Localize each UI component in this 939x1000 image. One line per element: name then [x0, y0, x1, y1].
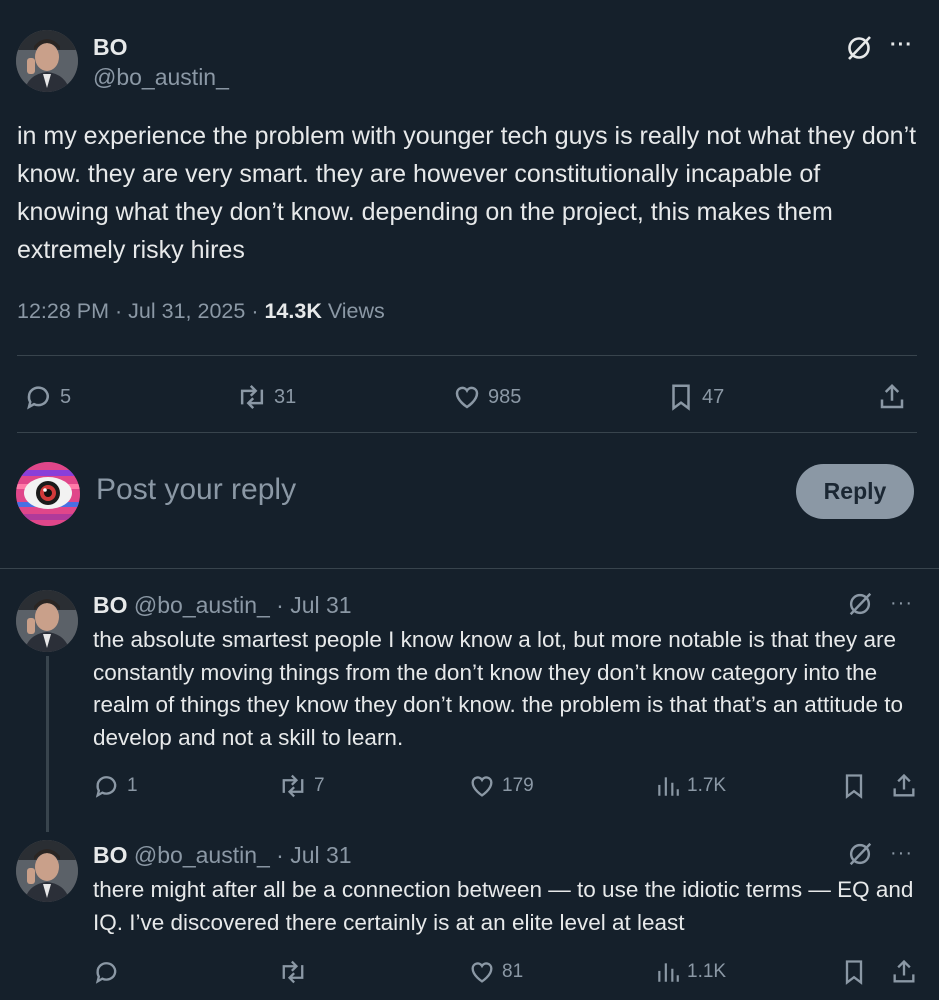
reply-text: there might after all be a connection be… [93, 877, 914, 935]
reply-count: 5 [60, 385, 72, 408]
slash-circle-icon[interactable] [846, 590, 874, 618]
bookmark-icon [672, 384, 690, 411]
current-user-avatar[interactable] [16, 462, 80, 526]
reply-stat[interactable] [93, 958, 127, 986]
share-icon [893, 959, 915, 983]
reply-count: 1 [127, 775, 138, 796]
bookmark-stat[interactable]: 47 [666, 382, 724, 412]
repost-count: 31 [274, 385, 297, 408]
share-button[interactable] [876, 382, 908, 412]
heart-icon [455, 386, 479, 409]
eye-avatar-icon [16, 462, 80, 526]
views-icon [658, 777, 679, 796]
more-icon[interactable]: ··· [890, 34, 913, 57]
views-count: 14.3K [264, 299, 322, 323]
like-count: 179 [502, 775, 534, 796]
bookmark-icon [845, 960, 863, 985]
bookmark-icon [845, 774, 863, 799]
slash-circle-icon[interactable] [844, 33, 874, 63]
repost-stat[interactable]: 31 [236, 382, 296, 412]
bookmark-button[interactable] [840, 772, 868, 800]
reply-icon [95, 776, 117, 798]
heart-icon [471, 776, 493, 797]
meta-separator: · [115, 299, 123, 323]
post-meta: 12:28 PM · Jul 31, 2025 · 14.3K Views [17, 299, 385, 324]
reply-author-name[interactable]: BO [93, 842, 128, 868]
author-avatar[interactable] [16, 30, 78, 92]
more-icon[interactable]: ··· [890, 842, 913, 865]
reply-icon [27, 386, 49, 410]
repost-icon [282, 960, 304, 984]
reply-author-handle[interactable]: @bo_austin_ [134, 592, 270, 618]
views-count: 1.1K [687, 961, 727, 982]
thread-line [46, 656, 49, 832]
share-icon [880, 383, 904, 409]
slash-circle-icon[interactable] [846, 840, 874, 868]
like-stat[interactable]: 985 [452, 382, 521, 412]
share-button[interactable] [890, 772, 918, 800]
share-button[interactable] [890, 958, 918, 986]
views-label: Views [327, 299, 385, 323]
post-date[interactable]: Jul 31, 2025 [128, 299, 245, 323]
like-stat[interactable]: 81 [468, 958, 523, 986]
post-time[interactable]: 12:28 PM [17, 299, 109, 323]
share-icon [893, 773, 915, 797]
post-text: in my experience the problem with younge… [17, 122, 917, 264]
repost-icon [282, 774, 304, 798]
views-stat[interactable]: 1.7K [655, 772, 726, 800]
reply-avatar[interactable] [16, 590, 78, 652]
heart-icon [471, 962, 493, 983]
reply-stat[interactable]: 5 [24, 382, 71, 412]
person-photo-icon [16, 590, 78, 652]
reply-input[interactable]: Post your reply [96, 473, 656, 507]
reply-date[interactable]: · Jul 31 [276, 842, 351, 868]
section-divider [0, 568, 939, 569]
views-count: 1.7K [687, 775, 727, 796]
like-count: 81 [502, 961, 524, 982]
reply-text: the absolute smartest people I know know… [93, 627, 904, 750]
reply-header: BO @bo_austin_ · Jul 31 [93, 842, 352, 869]
like-count: 985 [488, 385, 522, 408]
views-icon [658, 963, 679, 982]
reply-author-name[interactable]: BO [93, 592, 128, 618]
bookmark-button[interactable] [840, 958, 868, 986]
person-photo-icon [16, 840, 78, 902]
person-photo-icon [16, 30, 78, 92]
repost-icon [240, 385, 264, 409]
reply-button[interactable]: Reply [796, 464, 914, 519]
bookmark-count: 47 [702, 385, 725, 408]
reply-icon [95, 962, 117, 984]
reply-author-handle[interactable]: @bo_austin_ [134, 842, 270, 868]
meta-separator: · [251, 299, 259, 323]
reply-date[interactable]: · Jul 31 [276, 592, 351, 618]
author-handle[interactable]: @bo_austin_ [93, 64, 229, 91]
divider [17, 355, 917, 356]
reply-button-label: Reply [823, 478, 887, 504]
more-icon[interactable]: ··· [890, 592, 913, 615]
reply-header: BO @bo_austin_ · Jul 31 [93, 592, 352, 619]
repost-stat[interactable] [278, 958, 314, 986]
author-name[interactable]: BO [93, 34, 128, 61]
divider [17, 432, 917, 433]
reply-avatar[interactable] [16, 840, 78, 902]
repost-count: 7 [314, 775, 325, 796]
views-stat[interactable]: 1.1K [655, 958, 726, 986]
reply-stat[interactable]: 1 [93, 772, 138, 800]
repost-stat[interactable]: 7 [278, 772, 325, 800]
like-stat[interactable]: 179 [468, 772, 534, 800]
